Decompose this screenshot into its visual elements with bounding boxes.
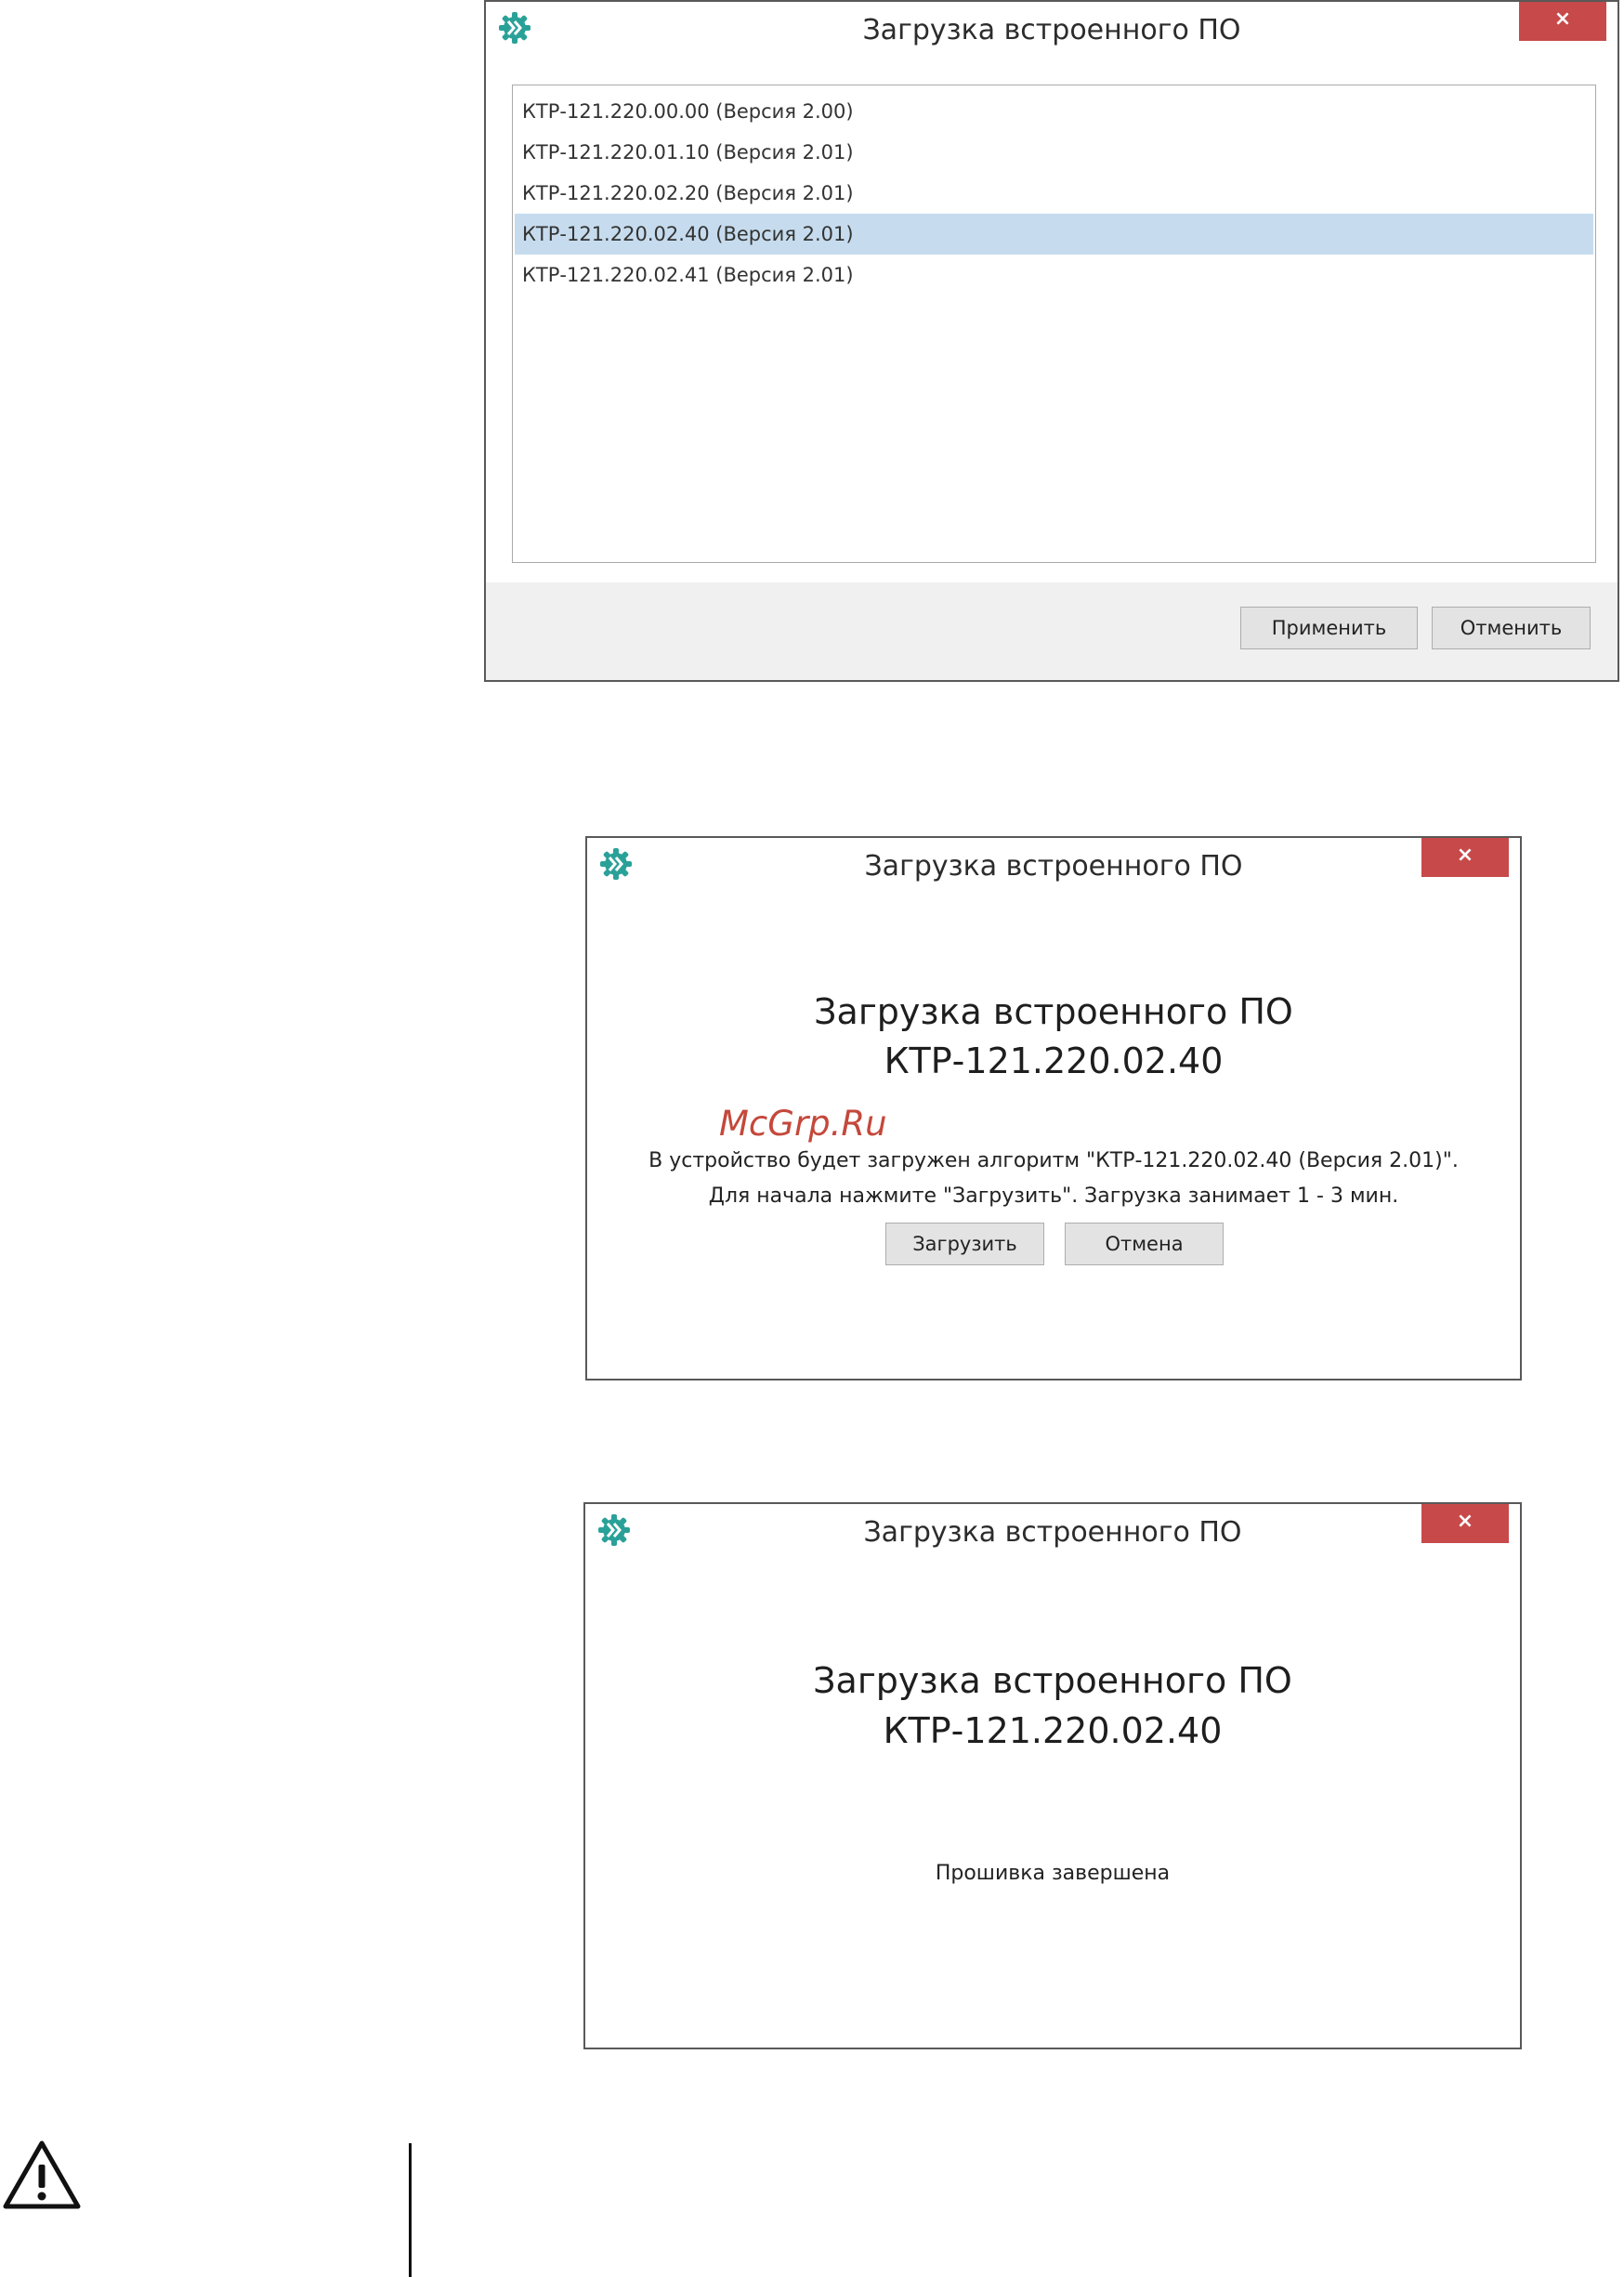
firmware-done-dialog: Загрузка встроенного ПО × Загрузка встро… <box>583 1502 1522 2049</box>
status-text: Прошивка завершена <box>935 1862 1171 1885</box>
warning-triangle-icon <box>3 2140 81 2209</box>
heading-device: КТР-121.220.02.40 <box>884 1040 1224 1081</box>
firmware-listbox[interactable]: КТР-121.220.00.00 (Версия 2.00) КТР-121.2… <box>512 85 1596 563</box>
title-bar[interactable]: Загрузка встроенного ПО × <box>486 2 1617 54</box>
message-line-1: В устройство будет загружен алгоритм "КТ… <box>648 1149 1459 1172</box>
list-item[interactable]: КТР-121.220.02.40 (Версия 2.01) <box>515 214 1593 255</box>
heading-title: Загрузка встроенного ПО <box>814 991 1293 1032</box>
title-bar[interactable]: Загрузка встроенного ПО × <box>587 838 1520 890</box>
close-button[interactable]: × <box>1421 838 1509 877</box>
button-bar: Применить Отменить <box>486 582 1617 680</box>
window-title: Загрузка встроенного ПО <box>863 1516 1242 1549</box>
list-item[interactable]: КТР-121.220.00.00 (Версия 2.00) <box>515 91 1593 132</box>
list-item[interactable]: КТР-121.220.01.10 (Версия 2.01) <box>515 132 1593 173</box>
close-button[interactable]: × <box>1519 2 1606 41</box>
close-button[interactable]: × <box>1421 1504 1509 1543</box>
cancel-button[interactable]: Отмена <box>1065 1223 1224 1265</box>
close-icon: × <box>1456 1510 1474 1533</box>
title-bar[interactable]: Загрузка встроенного ПО × <box>585 1504 1520 1556</box>
close-icon: × <box>1553 7 1572 31</box>
window-title: Загрузка встроенного ПО <box>862 14 1241 46</box>
window-title: Загрузка встроенного ПО <box>864 850 1243 883</box>
heading-title: Загрузка встроенного ПО <box>813 1660 1292 1701</box>
heading-device: КТР-121.220.02.40 <box>883 1710 1223 1751</box>
list-item[interactable]: КТР-121.220.02.41 (Версия 2.01) <box>515 255 1593 295</box>
divider-line <box>409 2143 412 2277</box>
list-item[interactable]: КТР-121.220.02.20 (Версия 2.01) <box>515 173 1593 214</box>
dialog-content: КТР-121.220.00.00 (Версия 2.00) КТР-121.2… <box>486 54 1617 584</box>
message-line-2: Для начала нажмите "Загрузить". Загрузка… <box>708 1184 1399 1208</box>
apply-button[interactable]: Применить <box>1240 607 1418 649</box>
watermark: McGrp.Ru <box>719 1104 887 1144</box>
close-icon: × <box>1456 844 1474 867</box>
cancel-button[interactable]: Отменить <box>1432 607 1591 649</box>
firmware-select-dialog: Загрузка встроенного ПО × КТР-121.220.00… <box>484 0 1619 682</box>
load-button[interactable]: Загрузить <box>885 1223 1044 1265</box>
